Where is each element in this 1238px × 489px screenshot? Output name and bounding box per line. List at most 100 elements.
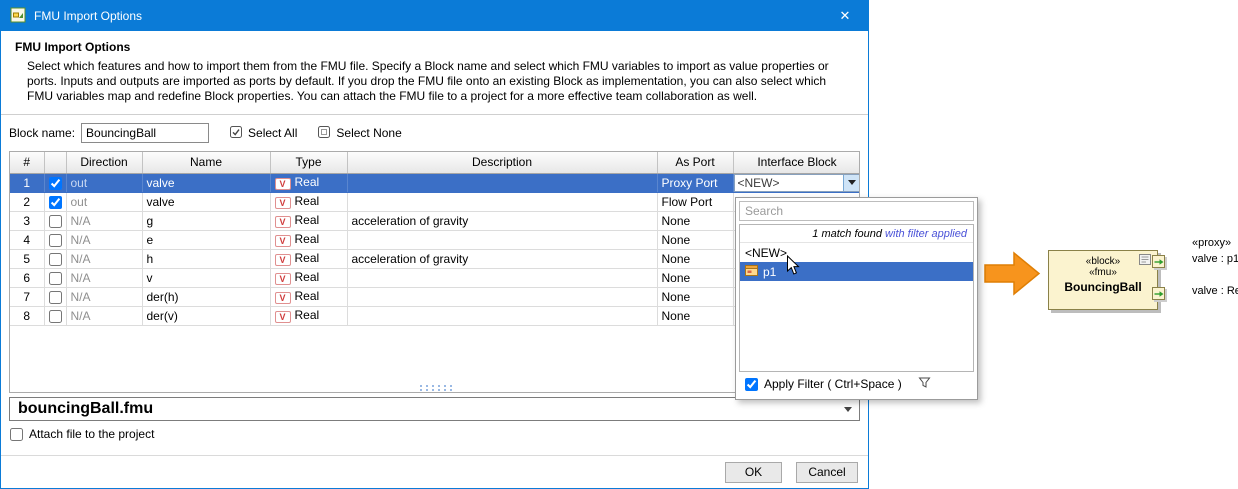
table-row[interactable]: 6 N/A v VReal None xyxy=(10,268,860,287)
type-label: Real xyxy=(295,251,320,265)
name-cell: h xyxy=(142,249,270,268)
type-cell: VReal xyxy=(270,249,347,268)
name-cell: der(h) xyxy=(142,287,270,306)
import-checkbox[interactable] xyxy=(49,272,62,285)
match-count-text: 1 match found xyxy=(812,228,882,240)
attach-file-row: Attach file to the project xyxy=(10,427,859,441)
value-type-icon: V xyxy=(275,178,291,190)
header-name[interactable]: Name xyxy=(142,152,270,173)
list-item-label: p1 xyxy=(763,265,776,279)
variables-table: # Direction Name Type Description As Por… xyxy=(10,152,860,326)
name-cell: e xyxy=(142,230,270,249)
table-row[interactable]: 2 out valve VReal Flow Port xyxy=(10,192,860,211)
apply-filter-checkbox[interactable] xyxy=(745,378,758,391)
filter-funnel-icon[interactable] xyxy=(918,376,931,392)
combo-dropdown-icon[interactable] xyxy=(843,175,860,191)
name-cell: der(v) xyxy=(142,306,270,325)
header-type[interactable]: Type xyxy=(270,152,347,173)
type-cell: VReal xyxy=(270,230,347,249)
table-row[interactable]: 7 N/A der(h) VReal None xyxy=(10,287,860,306)
import-checkbox[interactable] xyxy=(49,196,62,209)
name-cell: v xyxy=(142,268,270,287)
type-label: Real xyxy=(295,270,320,284)
type-cell: VReal xyxy=(270,287,347,306)
cancel-button[interactable]: Cancel xyxy=(796,462,858,483)
flow-port[interactable] xyxy=(1152,287,1165,300)
header-num[interactable]: # xyxy=(10,152,44,173)
description-cell: acceleration of gravity xyxy=(347,249,657,268)
row-number: 5 xyxy=(10,249,44,268)
row-checkbox-cell xyxy=(44,230,66,249)
intro-section: FMU Import Options Select which features… xyxy=(1,31,868,115)
header-as-port[interactable]: As Port xyxy=(657,152,733,173)
variables-table-container: # Direction Name Type Description As Por… xyxy=(9,151,860,393)
direction-cell: N/A xyxy=(66,268,142,287)
table-row[interactable]: 5 N/A h VReal acceleration of gravity No… xyxy=(10,249,860,268)
select-none-icon xyxy=(317,125,331,142)
table-row[interactable]: 3 N/A g VReal acceleration of gravity No… xyxy=(10,211,860,230)
bouncingball-block[interactable]: «block» «fmu» BouncingBall xyxy=(1048,250,1158,310)
import-checkbox[interactable] xyxy=(49,310,62,323)
row-checkbox-cell xyxy=(44,173,66,192)
direction-cell: N/A xyxy=(66,230,142,249)
search-input[interactable] xyxy=(739,201,974,221)
type-cell: V Real xyxy=(270,211,347,230)
row-number: 7 xyxy=(10,287,44,306)
select-all-button[interactable]: Select All xyxy=(229,125,297,142)
proxy-port[interactable] xyxy=(1152,255,1165,268)
table-row[interactable]: 4 N/A e VReal None xyxy=(10,230,860,249)
list-item-p1[interactable]: p1 xyxy=(740,262,973,281)
import-checkbox[interactable] xyxy=(49,177,62,190)
interface-block-value: <NEW> xyxy=(735,176,843,190)
header-interface-block[interactable]: Interface Block xyxy=(733,152,860,173)
header-direction[interactable]: Direction xyxy=(66,152,142,173)
note-icon xyxy=(1139,254,1152,265)
as-port-cell: Flow Port xyxy=(657,192,733,211)
resize-grip[interactable] xyxy=(418,384,452,392)
table-row[interactable]: 1 out valve VReal Proxy Port <NEW> xyxy=(10,173,860,192)
value-type-icon: V xyxy=(275,292,291,304)
filter-applied-link[interactable]: with filter applied xyxy=(882,228,967,240)
row-checkbox-cell xyxy=(44,306,66,325)
as-port-cell: None xyxy=(657,249,733,268)
header-checkbox[interactable] xyxy=(44,152,66,173)
result-arrow-icon xyxy=(984,251,1041,299)
attach-file-checkbox[interactable] xyxy=(10,428,23,441)
app-icon xyxy=(10,7,26,26)
type-cell: VReal xyxy=(270,173,347,192)
value-type-icon: V xyxy=(275,216,291,228)
description-cell xyxy=(347,268,657,287)
select-none-button[interactable]: Select None xyxy=(317,125,401,142)
description-cell xyxy=(347,287,657,306)
dropdown-list: 1 match found with filter applied <NEW> … xyxy=(739,224,974,372)
name-cell: g xyxy=(142,211,270,230)
row-checkbox-cell xyxy=(44,287,66,306)
type-label: Real xyxy=(295,194,320,208)
close-icon[interactable]: ✕ xyxy=(831,8,859,24)
as-port-cell: None xyxy=(657,287,733,306)
list-item-new[interactable]: <NEW> xyxy=(740,243,973,262)
mouse-cursor xyxy=(786,255,800,276)
fmu-file-combo[interactable]: bouncingBall.fmu xyxy=(9,397,860,421)
as-port-cell: None xyxy=(657,306,733,325)
table-row[interactable]: 8 N/A der(v) VReal None xyxy=(10,306,860,325)
direction-cell: out xyxy=(66,173,142,192)
interface-block-combo[interactable]: <NEW> xyxy=(734,174,861,192)
row-number: 2 xyxy=(10,192,44,211)
window-title: FMU Import Options xyxy=(34,9,142,23)
direction-cell: out xyxy=(66,192,142,211)
import-checkbox[interactable] xyxy=(49,234,62,247)
block-name-label: Block name: xyxy=(9,126,75,140)
screenshot-root: FMU Import Options ✕ FMU Import Options … xyxy=(0,0,1238,489)
import-checkbox[interactable] xyxy=(49,253,62,266)
title-bar: FMU Import Options ✕ xyxy=(1,1,868,31)
import-checkbox[interactable] xyxy=(49,215,62,228)
as-port-cell: None xyxy=(657,230,733,249)
row-checkbox-cell xyxy=(44,211,66,230)
block-name-input[interactable] xyxy=(81,123,209,143)
as-port-cell: None xyxy=(657,211,733,230)
type-label: Real xyxy=(295,213,320,227)
ok-button[interactable]: OK xyxy=(725,462,782,483)
import-checkbox[interactable] xyxy=(49,291,62,304)
header-description[interactable]: Description xyxy=(347,152,657,173)
